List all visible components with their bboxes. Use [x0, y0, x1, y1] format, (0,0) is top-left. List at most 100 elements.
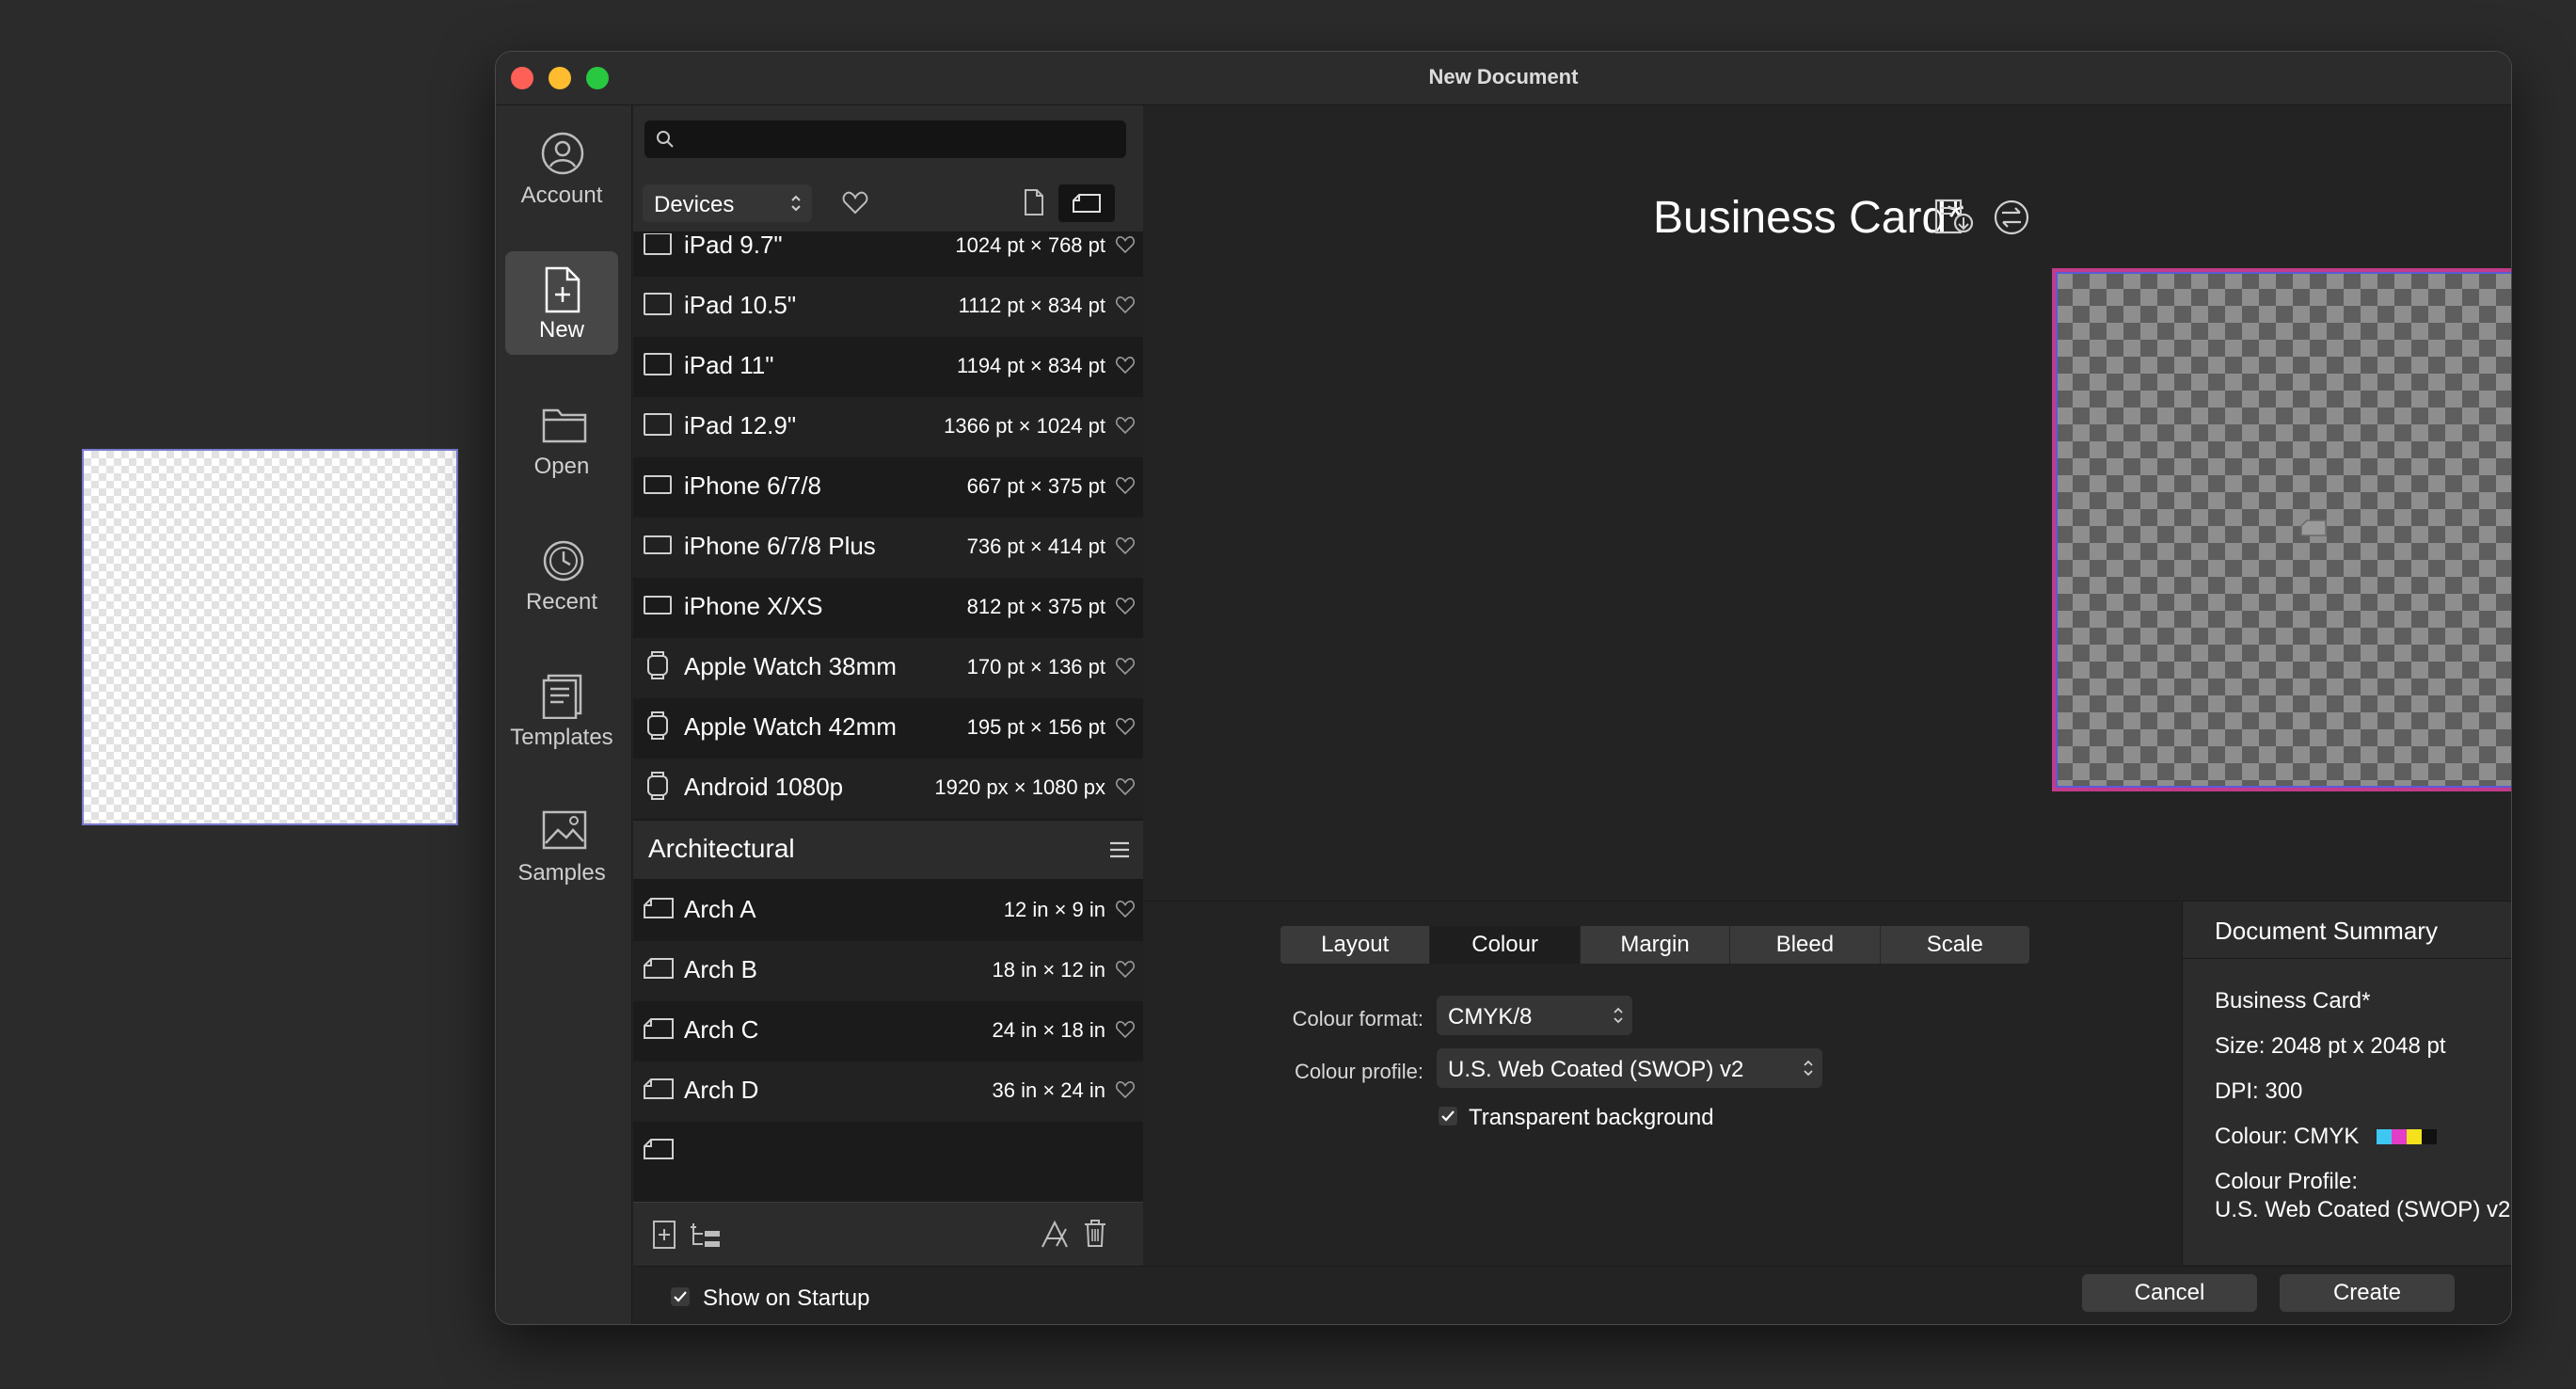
cancel-button[interactable]: Cancel	[2082, 1274, 2257, 1312]
add-preset-icon[interactable]	[652, 1220, 676, 1250]
preset-list: iPad 9.7" 1024 pt × 768 pt iPad 10.5" 11…	[633, 233, 1143, 1184]
preset-row[interactable]: iPad 11" 1194 pt × 834 pt	[633, 337, 1143, 397]
dialog-footer: Show on Startup Cancel Create	[633, 1266, 2511, 1324]
favorite-heart-icon[interactable]	[1115, 295, 1136, 314]
favorite-heart-icon[interactable]	[1115, 1020, 1136, 1039]
colour-profile-select[interactable]: U.S. Web Coated (SWOP) v2	[1437, 1048, 1822, 1088]
document-summary: Document Summary Business Card* Size: 20…	[2182, 901, 2511, 1265]
device-preset-icon	[644, 353, 672, 375]
favorite-heart-icon[interactable]	[1115, 717, 1136, 736]
sidebar-item-new[interactable]: New	[505, 251, 618, 355]
menu-icon[interactable]	[1109, 841, 1130, 858]
preset-size: 18 in × 12 in	[992, 958, 1105, 982]
new-document-dialog: New Document Account New Open Recent Tem…	[495, 51, 2512, 1325]
preset-row[interactable]: Arch D 36 in × 24 in	[633, 1062, 1143, 1122]
preset-size: 12 in × 9 in	[1003, 898, 1105, 921]
preset-row[interactable]: iPhone 6/7/8 667 pt × 375 pt	[633, 457, 1143, 518]
preset-row[interactable]: Arch B 18 in × 12 in	[633, 941, 1143, 1001]
favorite-heart-icon[interactable]	[1115, 900, 1136, 918]
category-select[interactable]: Devices	[643, 184, 812, 222]
save-preset-icon[interactable]	[1933, 198, 1975, 235]
create-button[interactable]: Create	[2280, 1274, 2455, 1312]
preset-size: 195 pt × 156 pt	[966, 715, 1105, 739]
transparent-background-label: Transparent background	[1469, 1105, 1714, 1130]
sidebar-item-recent[interactable]: Recent	[505, 523, 618, 627]
sidebar-item-account[interactable]: Account	[505, 117, 618, 220]
sidebar-item-label: Samples	[517, 860, 606, 886]
colour-format-select[interactable]: CMYK/8	[1437, 996, 1632, 1035]
favorites-heart-icon[interactable]	[842, 190, 868, 215]
preset-row[interactable]: Apple Watch 42mm 195 pt × 156 pt	[633, 698, 1143, 758]
show-on-startup-label: Show on Startup	[703, 1285, 870, 1311]
favorite-heart-icon[interactable]	[1115, 356, 1136, 375]
sidebar-item-label: Account	[520, 183, 603, 208]
favorite-heart-icon[interactable]	[1115, 1080, 1136, 1099]
preset-row-partial[interactable]	[633, 1122, 1143, 1182]
preset-row[interactable]: Apple Watch 38mm 170 pt × 136 pt	[633, 638, 1143, 698]
favorite-heart-icon[interactable]	[1115, 657, 1136, 676]
watch-preset-icon	[647, 711, 668, 740]
preset-name: iPad 10.5"	[684, 291, 797, 319]
favorite-heart-icon[interactable]	[1115, 476, 1136, 495]
preset-row[interactable]: iPad 10.5" 1112 pt × 834 pt	[633, 277, 1143, 337]
checkmark-icon	[674, 1291, 687, 1302]
favorite-heart-icon[interactable]	[1115, 960, 1136, 979]
favorite-heart-icon[interactable]	[1115, 416, 1136, 435]
device-preset-icon	[644, 596, 672, 615]
preset-row[interactable]: iPhone X/XS 812 pt × 375 pt	[633, 578, 1143, 638]
landscape-page-icon	[644, 958, 674, 979]
tab-scale[interactable]: Scale	[1881, 926, 2029, 964]
account-icon	[541, 132, 584, 175]
landscape-page-icon	[644, 1018, 674, 1039]
section-title: Architectural	[648, 834, 795, 863]
sidebar-item-samples[interactable]: Samples	[505, 794, 618, 898]
preset-row[interactable]: Android 1080p 1920 px × 1080 px	[633, 758, 1143, 819]
colour-format-value: CMYK/8	[1448, 1004, 1533, 1030]
sidebar-item-open[interactable]: Open	[505, 388, 618, 491]
black-swatch	[2422, 1128, 2438, 1144]
preset-row[interactable]: iPad 12.9" 1366 pt × 1024 pt	[633, 397, 1143, 457]
search-input[interactable]	[644, 120, 1126, 158]
android-preset-icon	[647, 772, 668, 800]
favorite-heart-icon[interactable]	[1115, 777, 1136, 796]
swap-orientation-icon[interactable]	[1992, 198, 2031, 237]
summary-profile-label: Colour Profile:	[2215, 1169, 2359, 1194]
portrait-orientation-icon[interactable]	[1023, 188, 1045, 216]
tab-layout[interactable]: Layout	[1280, 926, 1431, 964]
presets-panel: Devices iPad 9.7" 1024 pt × 768 pt iPad …	[633, 105, 1143, 1267]
select-stepper-icon	[1614, 1007, 1623, 1024]
document-title: Business Card*	[1653, 193, 1964, 243]
preset-row[interactable]: Arch C 24 in × 18 in	[633, 1001, 1143, 1062]
favorite-heart-icon[interactable]	[1115, 597, 1136, 615]
preset-size: 24 in × 18 in	[992, 1018, 1105, 1042]
landscape-orientation-button[interactable]	[1058, 184, 1115, 222]
landscape-page-icon	[644, 898, 674, 918]
recent-clock-icon	[543, 540, 584, 582]
sidebar-item-templates[interactable]: Templates	[505, 659, 618, 762]
preset-row[interactable]: iPad 9.7" 1024 pt × 768 pt	[633, 233, 1143, 277]
preset-size: 36 in × 24 in	[992, 1078, 1105, 1102]
category-toolbar: Devices	[633, 173, 1143, 232]
preset-name: iPad 12.9"	[684, 411, 797, 439]
preset-list-toolbar	[633, 1202, 1143, 1267]
section-header-architectural[interactable]: Architectural	[633, 821, 1143, 879]
colour-profile-label: Colour profile:	[1295, 1060, 1423, 1083]
favorite-heart-icon[interactable]	[1115, 536, 1136, 555]
favorite-heart-icon[interactable]	[1115, 235, 1136, 254]
show-on-startup-checkbox[interactable]	[671, 1287, 690, 1306]
tab-margin[interactable]: Margin	[1581, 926, 1731, 964]
landscape-page-icon	[2300, 519, 2327, 536]
device-preset-icon	[644, 293, 672, 315]
tab-colour[interactable]: Colour	[1430, 926, 1581, 964]
landscape-page-icon	[644, 1139, 674, 1159]
preset-row[interactable]: iPhone 6/7/8 Plus 736 pt × 414 pt	[633, 518, 1143, 578]
checkmark-icon	[1441, 1110, 1455, 1122]
transparent-background-checkbox[interactable]	[1439, 1107, 1457, 1126]
rename-preset-icon[interactable]	[1040, 1220, 1070, 1250]
add-category-icon[interactable]	[690, 1221, 722, 1250]
trash-icon[interactable]	[1083, 1218, 1107, 1248]
new-document-icon	[545, 266, 580, 313]
preset-row[interactable]: Arch A 12 in × 9 in	[633, 881, 1143, 941]
tab-bleed[interactable]: Bleed	[1730, 926, 1881, 964]
sidebar-item-label: Open	[533, 454, 590, 479]
